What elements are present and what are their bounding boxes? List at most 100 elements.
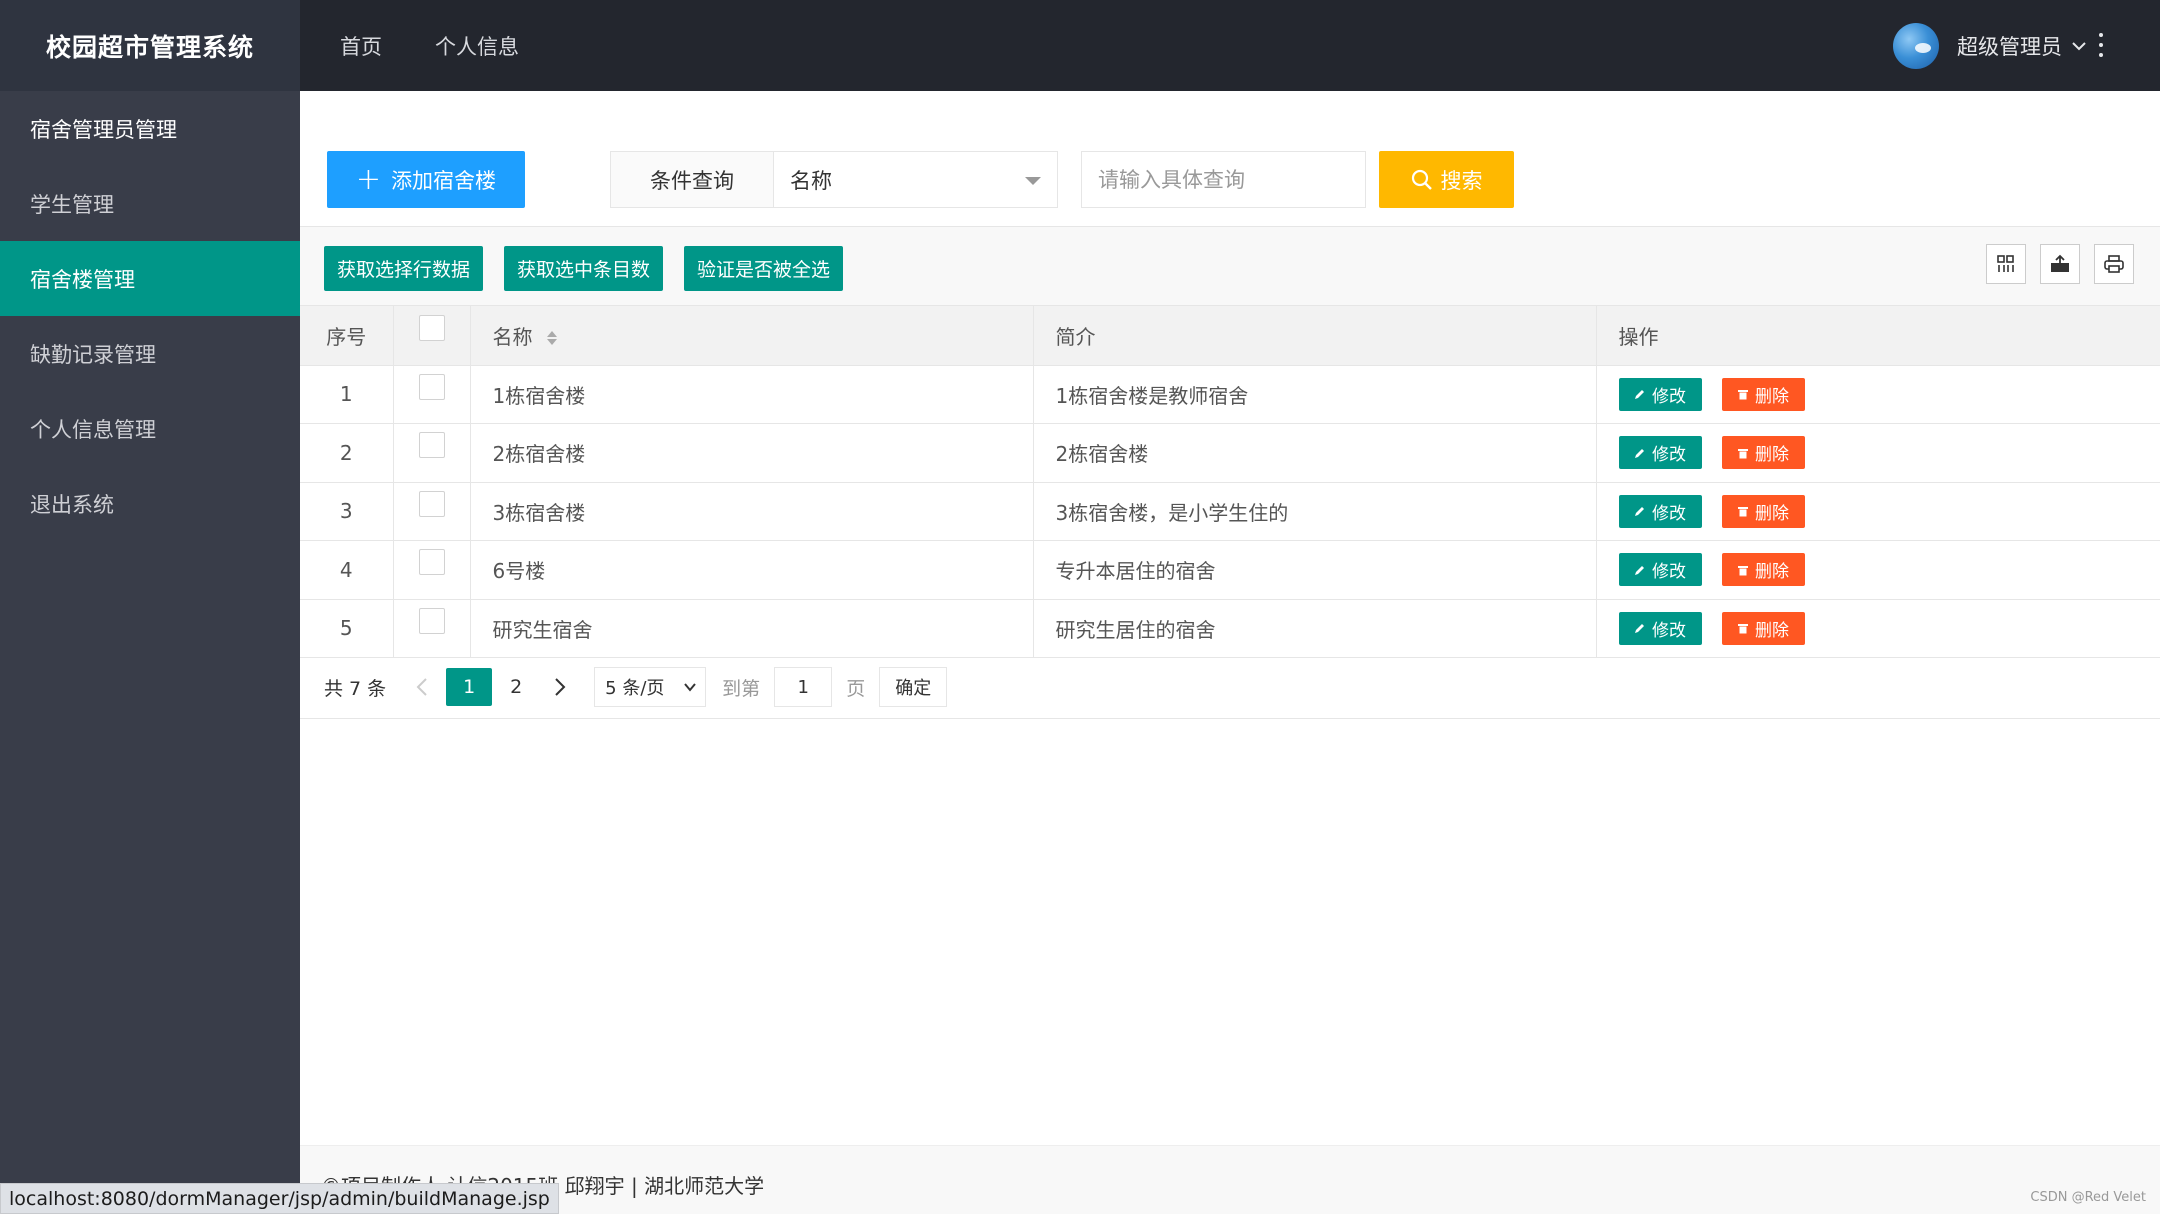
search-input[interactable] (1081, 151, 1366, 208)
row-actions: 修改 删除 (1596, 540, 2160, 600)
sidebar-item-dorm-admin[interactable]: 宿舍管理员管理 (0, 91, 300, 166)
header-actions: 操作 (1596, 306, 2160, 366)
row-description: 1栋宿舍楼是教师宿舍 (1033, 365, 1597, 424)
row-actions: 修改 删除 (1596, 599, 2160, 658)
condition-select[interactable]: 名称 (773, 151, 1058, 208)
edit-label: 修改 (1652, 445, 1686, 466)
row-name: 1栋宿舍楼 (470, 365, 1034, 424)
goto-confirm-button[interactable]: 确定 (879, 667, 948, 707)
delete-button[interactable]: 删除 (1721, 436, 1805, 470)
row-checkbox[interactable] (418, 490, 445, 517)
export-icon[interactable] (2040, 244, 2080, 284)
sidebar-item-students[interactable]: 学生管理 (0, 166, 300, 241)
table-row: 3 3栋宿舍楼 3栋宿舍楼，是小学生住的 修改 删除 (300, 482, 2160, 541)
get-selected-rows-button[interactable]: 获取选择行数据 (324, 246, 483, 291)
user-menu[interactable]: 超级管理员 (1893, 0, 2088, 91)
delete-button[interactable]: 删除 (1721, 494, 1805, 528)
check-all-selected-button[interactable]: 验证是否被全选 (684, 246, 843, 291)
sidebar-item-logout[interactable]: 退出系统 (0, 466, 300, 541)
edit-button[interactable]: 修改 (1618, 494, 1702, 528)
table-row: 2 2栋宿舍楼 2栋宿舍楼 修改 删除 (300, 423, 2160, 483)
delete-label: 删除 (1755, 620, 1789, 641)
page-size-value: 5 条/页 (605, 678, 665, 699)
header-name[interactable]: 名称 (470, 306, 1034, 366)
goto-label: 到第 (722, 677, 761, 700)
pencil-icon (1635, 507, 1644, 517)
search-icon (1411, 169, 1432, 190)
row-description: 研究生居住的宿舍 (1033, 599, 1597, 658)
delete-button[interactable]: 删除 (1721, 611, 1805, 645)
delete-button[interactable]: 删除 (1721, 377, 1805, 411)
delete-label: 删除 (1755, 386, 1789, 407)
goto-page-input[interactable] (774, 667, 833, 707)
buildings-table: 序号 名称 简介 操作 1 1栋宿舍楼 1栋宿舍楼是教师宿舍 修改 删除 2 2栋… (300, 306, 2160, 658)
row-checkbox[interactable] (418, 432, 445, 458)
columns-icon[interactable] (1986, 244, 2026, 284)
delete-label: 删除 (1755, 562, 1789, 583)
page-1-button[interactable]: 1 (446, 668, 493, 706)
app-title: 校园超市管理系统 (0, 0, 300, 91)
top-header: 校园超市管理系统 首页 个人信息 超级管理员 (0, 0, 2160, 91)
row-description: 2栋宿舍楼 (1033, 423, 1597, 483)
row-actions: 修改 删除 (1596, 365, 2160, 424)
search-button-label: 搜索 (1440, 168, 1483, 193)
header-name-label: 名称 (492, 324, 533, 349)
trash-icon (1738, 624, 1748, 634)
row-actions: 修改 删除 (1596, 482, 2160, 541)
get-selected-count-button[interactable]: 获取选中条目数 (504, 246, 663, 291)
more-icon[interactable] (2097, 33, 2105, 57)
delete-button[interactable]: 删除 (1721, 553, 1805, 587)
edit-label: 修改 (1652, 562, 1686, 583)
next-page-icon[interactable] (540, 668, 580, 706)
chevron-down-icon (2072, 41, 2086, 50)
row-index: 4 (300, 540, 394, 600)
add-building-label: 添加宿舍楼 (391, 168, 497, 193)
nav-profile[interactable]: 个人信息 (435, 31, 519, 61)
avatar (1893, 22, 1939, 69)
edit-label: 修改 (1652, 386, 1686, 407)
caret-down-icon (1025, 177, 1041, 185)
add-building-button[interactable]: + 添加宿舍楼 (327, 151, 525, 208)
sidebar-item-personal-info[interactable]: 个人信息管理 (0, 391, 300, 466)
search-button[interactable]: 搜索 (1379, 151, 1514, 208)
condition-select-value: 名称 (790, 168, 832, 193)
row-checkbox[interactable] (418, 607, 445, 634)
row-name: 研究生宿舍 (470, 599, 1034, 658)
row-name: 3栋宿舍楼 (470, 482, 1034, 541)
sort-icon[interactable] (545, 329, 559, 347)
edit-button[interactable]: 修改 (1618, 436, 1702, 470)
edit-button[interactable]: 修改 (1618, 377, 1702, 411)
row-checkbox[interactable] (418, 549, 445, 575)
edit-button[interactable]: 修改 (1618, 611, 1702, 645)
trash-icon (1738, 507, 1748, 517)
page-2-button[interactable]: 2 (496, 668, 536, 706)
select-all-checkbox[interactable] (418, 314, 445, 341)
row-select (393, 365, 471, 424)
table-row: 5 研究生宿舍 研究生居住的宿舍 修改 删除 (300, 599, 2160, 658)
browser-status-url: localhost:8080/dormManager/jsp/admin/bui… (0, 1183, 559, 1214)
row-index: 3 (300, 482, 394, 541)
main-content: + 添加宿舍楼 条件查询 名称 搜索 获取选择行数据 获取选中条目数 验证是否被… (300, 91, 2160, 1214)
row-actions: 修改 删除 (1596, 423, 2160, 483)
row-description: 3栋宿舍楼，是小学生住的 (1033, 482, 1597, 541)
edit-button[interactable]: 修改 (1618, 553, 1702, 587)
pencil-icon (1635, 624, 1644, 634)
sidebar-item-absence[interactable]: 缺勤记录管理 (0, 316, 300, 391)
row-checkbox[interactable] (418, 373, 445, 400)
table-toolbar: 获取选择行数据 获取选中条目数 验证是否被全选 (300, 226, 2160, 306)
edit-label: 修改 (1652, 503, 1686, 524)
table-header-row: 序号 名称 简介 操作 (300, 306, 2160, 366)
print-icon[interactable] (2094, 244, 2134, 284)
header-index: 序号 (300, 306, 394, 366)
row-index: 1 (300, 365, 394, 424)
top-nav: 首页 个人信息 (340, 0, 572, 91)
footer: ©项目制作人 计信2015班 邱翔宇 | 湖北师范大学 (300, 1145, 2160, 1214)
nav-home[interactable]: 首页 (340, 31, 382, 61)
row-name: 2栋宿舍楼 (470, 423, 1034, 483)
prev-page-icon[interactable] (402, 668, 442, 706)
sidebar-item-buildings[interactable]: 宿舍楼管理 (0, 241, 300, 316)
total-count: 共 7 条 (324, 677, 387, 700)
row-select (393, 599, 471, 658)
page-size-select[interactable]: 5 条/页 (594, 667, 707, 707)
pencil-icon (1635, 448, 1644, 458)
